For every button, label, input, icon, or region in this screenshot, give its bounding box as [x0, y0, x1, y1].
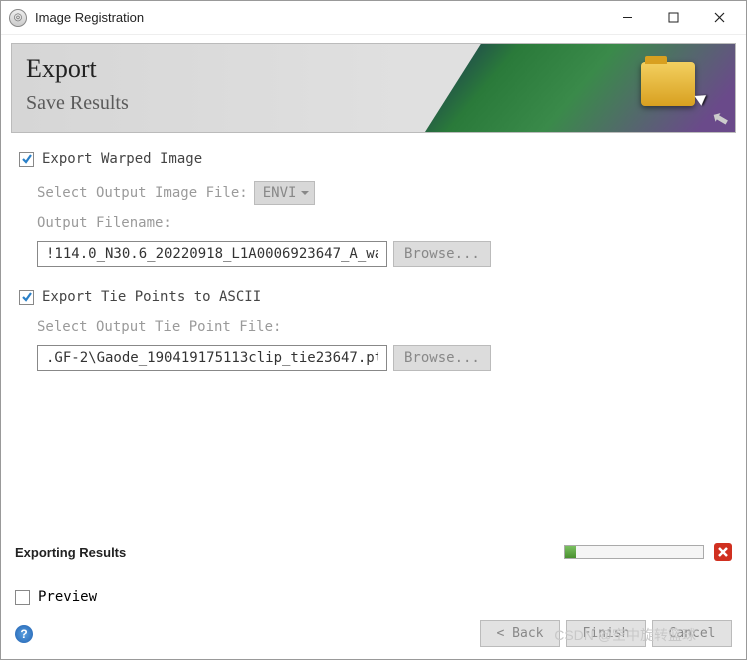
export-tiepoints-section: Export Tie Points to ASCII Select Output… [19, 289, 728, 371]
export-warped-label: Export Warped Image [42, 151, 202, 167]
close-button[interactable] [696, 3, 742, 33]
output-format-select[interactable]: ENVI [254, 181, 316, 205]
output-tiepoint-input[interactable] [37, 345, 387, 371]
export-warped-checkbox[interactable] [19, 152, 34, 167]
banner-title: Export [26, 54, 97, 84]
folder-icon [641, 62, 695, 106]
output-filename-input[interactable] [37, 241, 387, 267]
export-tiepoints-checkbox[interactable] [19, 290, 34, 305]
select-output-tiepoint-label: Select Output Tie Point File: [37, 319, 281, 335]
browse-tiepoint-button[interactable]: Browse... [393, 345, 491, 371]
back-button[interactable]: < Back [480, 620, 560, 647]
progress-bar [564, 545, 704, 559]
titlebar: ◎ Image Registration [1, 1, 746, 35]
banner: Export Save Results ⬉ [11, 43, 736, 133]
content: Export Warped Image Select Output Image … [1, 133, 746, 371]
banner-subtitle: Save Results [26, 92, 129, 115]
progress-fill [565, 546, 576, 558]
cursor-outline-icon: ⬉ [709, 104, 732, 132]
app-icon: ◎ [9, 9, 27, 27]
cursor-icon [694, 90, 709, 106]
preview-label: Preview [38, 589, 97, 605]
export-warped-section: Export Warped Image Select Output Image … [19, 151, 728, 267]
browse-output-image-button[interactable]: Browse... [393, 241, 491, 267]
stop-button[interactable] [714, 543, 732, 561]
output-filename-label: Output Filename: [37, 215, 172, 231]
maximize-button[interactable] [650, 3, 696, 33]
select-output-image-label: Select Output Image File: [37, 185, 248, 201]
finish-button[interactable]: Finish [566, 620, 646, 647]
cancel-button[interactable]: Cancel [652, 620, 732, 647]
minimize-button[interactable] [604, 3, 650, 33]
footer: Preview ? < Back Finish Cancel [1, 583, 746, 659]
progress-label: Exporting Results [15, 545, 126, 560]
preview-checkbox[interactable] [15, 590, 30, 605]
banner-image: ⬉ [425, 44, 735, 132]
window-title: Image Registration [35, 10, 144, 25]
window-controls [604, 3, 742, 33]
progress-area: Exporting Results [15, 543, 732, 561]
help-icon[interactable]: ? [15, 625, 33, 643]
export-tiepoints-label: Export Tie Points to ASCII [42, 289, 261, 305]
